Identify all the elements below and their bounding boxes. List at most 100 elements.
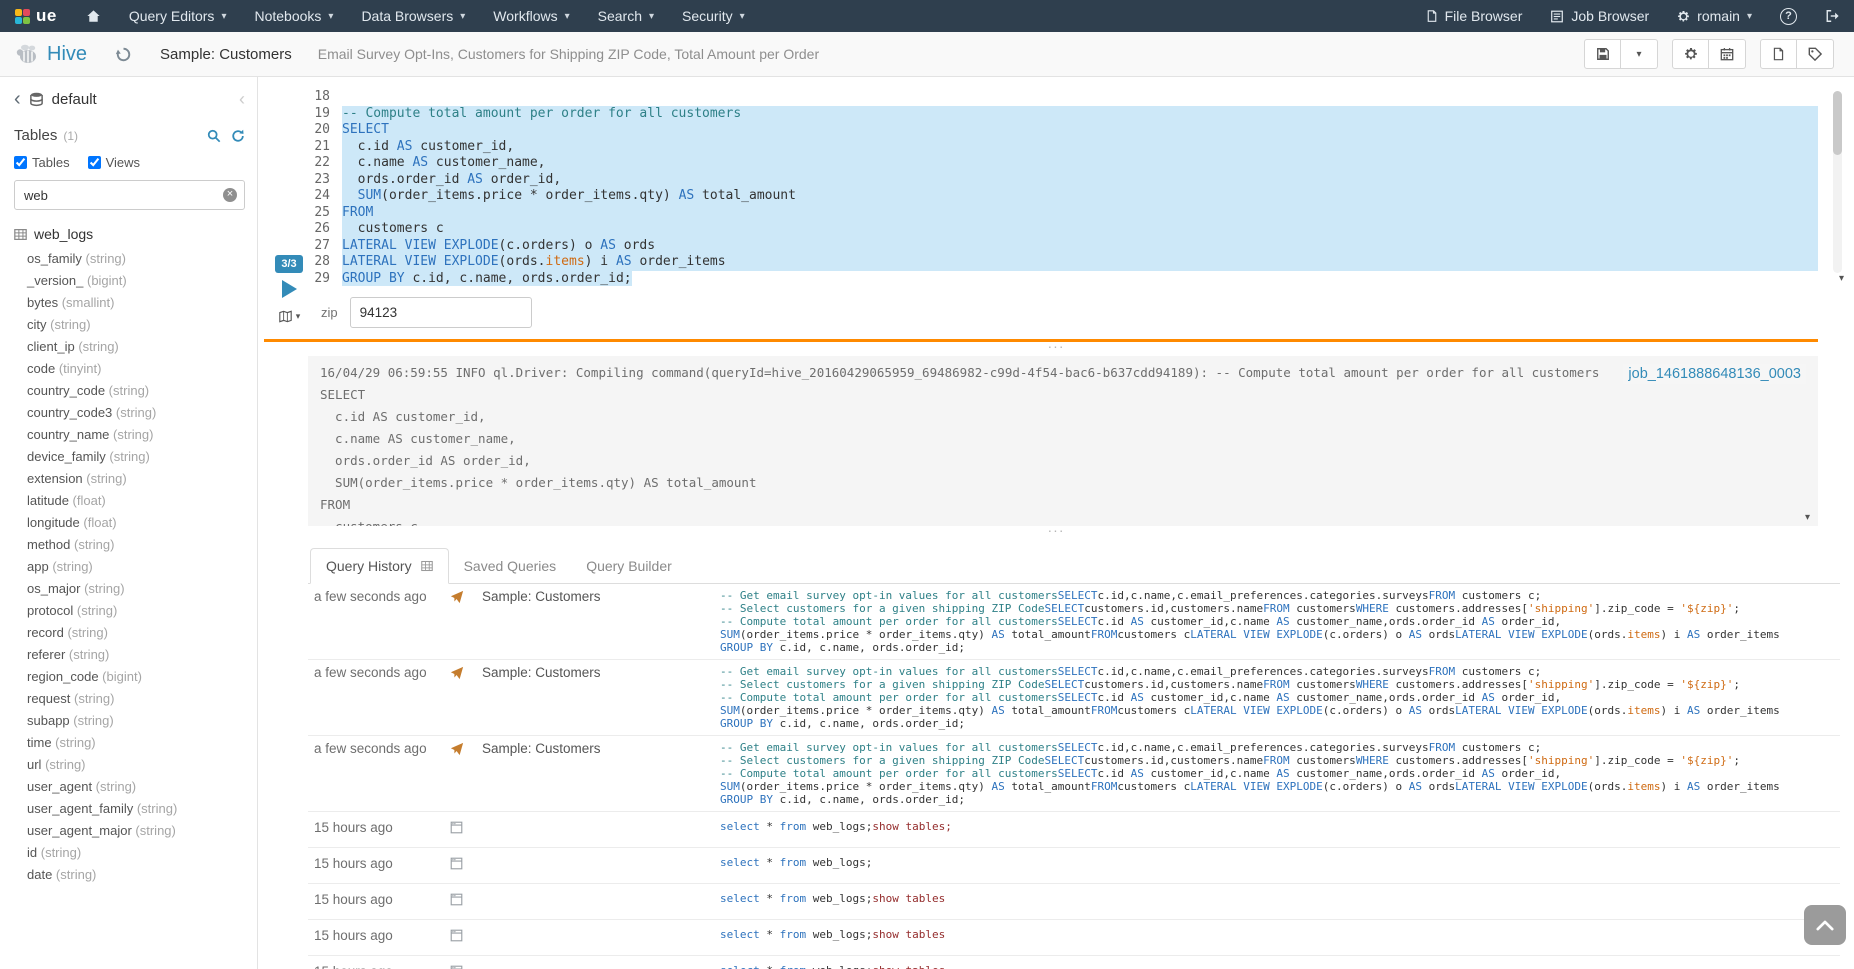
- filter-views-option[interactable]: Views: [88, 155, 140, 170]
- history-row[interactable]: 15 hours ago select * from web_logs;show…: [308, 884, 1840, 920]
- tab-query-builder[interactable]: Query Builder: [571, 548, 687, 584]
- column-item[interactable]: _version_ (bigint): [27, 270, 245, 292]
- nav-search[interactable]: Search▾: [584, 0, 668, 32]
- collapse-sidebar-icon[interactable]: ‹: [239, 90, 245, 108]
- search-tables-button[interactable]: [207, 129, 221, 143]
- paper-plane-icon: [450, 589, 482, 609]
- clear-search-icon[interactable]: ×: [223, 188, 237, 202]
- file-browser-link[interactable]: File Browser: [1412, 0, 1537, 32]
- refresh-tables-button[interactable]: [231, 129, 245, 143]
- column-type: (float): [69, 493, 106, 508]
- code-line[interactable]: 19-- Compute total amount per order for …: [308, 106, 1818, 123]
- history-row[interactable]: 15 hours ago select * from web_logs;show…: [308, 812, 1840, 848]
- history-row[interactable]: a few seconds ago Sample: Customers-- Ge…: [308, 584, 1840, 660]
- nav-notebooks[interactable]: Notebooks▾: [240, 0, 347, 32]
- column-type: (string): [70, 537, 114, 552]
- column-type: (string): [80, 581, 124, 596]
- table-search-input[interactable]: [14, 180, 245, 210]
- code-line[interactable]: 28LATERAL VIEW EXPLODE(ords.items) i AS …: [308, 254, 1818, 271]
- save-dropdown-button[interactable]: ▾: [1621, 39, 1658, 69]
- nav-query-editors[interactable]: Query Editors▾: [115, 0, 241, 32]
- job-browser-link[interactable]: Job Browser: [1536, 0, 1663, 32]
- user-menu[interactable]: romain ▾: [1663, 0, 1766, 32]
- history-row[interactable]: 15 hours ago select * from web_logs;: [308, 848, 1840, 884]
- database-name[interactable]: default: [52, 91, 97, 108]
- schedule-button[interactable]: [1709, 39, 1746, 69]
- column-item[interactable]: region_code (bigint): [27, 666, 245, 688]
- logout-button[interactable]: [1811, 0, 1854, 32]
- nav-workflows[interactable]: Workflows▾: [479, 0, 583, 32]
- column-item[interactable]: latitude (float): [27, 490, 245, 512]
- column-item[interactable]: record (string): [27, 622, 245, 644]
- save-button[interactable]: [1584, 39, 1621, 69]
- column-item[interactable]: id (string): [27, 842, 245, 864]
- sql-editor[interactable]: 18 19-- Compute total amount per order f…: [308, 89, 1818, 287]
- column-item[interactable]: device_family (string): [27, 446, 245, 468]
- column-item[interactable]: city (string): [27, 314, 245, 336]
- assist-map-button[interactable]: ▾: [278, 310, 301, 323]
- column-item[interactable]: extension (string): [27, 468, 245, 490]
- column-item[interactable]: date (string): [27, 864, 245, 886]
- editor-scrollbar-thumb[interactable]: [1833, 91, 1842, 155]
- execute-button[interactable]: [282, 280, 297, 298]
- nav-data-browsers[interactable]: Data Browsers▾: [347, 0, 479, 32]
- code-line[interactable]: 23 ords.order_id AS order_id,: [308, 172, 1818, 189]
- tab-saved-queries[interactable]: Saved Queries: [449, 548, 572, 584]
- column-item[interactable]: subapp (string): [27, 710, 245, 732]
- variable-input[interactable]: [350, 297, 532, 328]
- column-item[interactable]: url (string): [27, 754, 245, 776]
- log-scroll-down-icon[interactable]: ▾: [1805, 512, 1810, 523]
- new-query-button[interactable]: [1760, 39, 1797, 69]
- tab-query-history[interactable]: Query History: [310, 548, 449, 584]
- code-line[interactable]: 25FROM: [308, 205, 1818, 222]
- hue-logo[interactable]: ue: [0, 0, 72, 32]
- history-row[interactable]: 15 hours ago select * from web_logs;show…: [308, 920, 1840, 956]
- views-checkbox[interactable]: [88, 156, 101, 169]
- column-item[interactable]: country_code3 (string): [27, 402, 245, 424]
- home-button[interactable]: [72, 0, 115, 32]
- column-item[interactable]: country_code (string): [27, 380, 245, 402]
- column-item[interactable]: protocol (string): [27, 600, 245, 622]
- column-item[interactable]: os_family (string): [27, 248, 245, 270]
- help-button[interactable]: ?: [1766, 0, 1811, 32]
- column-item[interactable]: user_agent_family (string): [27, 798, 245, 820]
- code-line[interactable]: 24 SUM(order_items.price * order_items.q…: [308, 188, 1818, 205]
- column-item[interactable]: os_major (string): [27, 578, 245, 600]
- settings-button[interactable]: [1672, 39, 1709, 69]
- code-line[interactable]: 21 c.id AS customer_id,: [308, 139, 1818, 156]
- column-item[interactable]: country_name (string): [27, 424, 245, 446]
- tags-button[interactable]: [1797, 39, 1834, 69]
- nav-security[interactable]: Security▾: [668, 0, 759, 32]
- history-row[interactable]: a few seconds ago Sample: Customers-- Ge…: [308, 660, 1840, 736]
- job-link[interactable]: job_1461888648136_0003: [1623, 364, 1806, 384]
- tables-checkbox[interactable]: [14, 156, 27, 169]
- query-history-button[interactable]: [115, 46, 132, 63]
- resize-handle-2[interactable]: ···: [258, 526, 1854, 540]
- column-item[interactable]: bytes (smallint): [27, 292, 245, 314]
- filter-tables-option[interactable]: Tables: [14, 155, 70, 170]
- column-item[interactable]: time (string): [27, 732, 245, 754]
- history-row[interactable]: 15 hours ago select * from web_logs;show…: [308, 956, 1840, 969]
- resize-handle[interactable]: ···: [258, 342, 1854, 356]
- column-item[interactable]: user_agent_major (string): [27, 820, 245, 842]
- editor-scrollbar[interactable]: [1833, 91, 1842, 273]
- column-item[interactable]: method (string): [27, 534, 245, 556]
- code-line[interactable]: 26 customers c: [308, 221, 1818, 238]
- column-item[interactable]: client_ip (string): [27, 336, 245, 358]
- column-item[interactable]: code (tinyint): [27, 358, 245, 380]
- column-item[interactable]: longitude (float): [27, 512, 245, 534]
- back-chevron-icon[interactable]: ‹: [14, 89, 21, 109]
- code-line[interactable]: 18: [308, 89, 1818, 106]
- column-item[interactable]: user_agent (string): [27, 776, 245, 798]
- code-line[interactable]: 29GROUP BY c.id, c.name, ords.order_id;: [308, 271, 1818, 288]
- column-item[interactable]: request (string): [27, 688, 245, 710]
- column-item[interactable]: app (string): [27, 556, 245, 578]
- code-line[interactable]: 20SELECT: [308, 122, 1818, 139]
- editor-scroll-down-icon[interactable]: ▾: [1839, 273, 1844, 284]
- column-item[interactable]: referer (string): [27, 644, 245, 666]
- code-line[interactable]: 27LATERAL VIEW EXPLODE(c.orders) o AS or…: [308, 238, 1818, 255]
- code-line[interactable]: 22 c.name AS customer_name,: [308, 155, 1818, 172]
- history-row[interactable]: a few seconds ago Sample: Customers-- Ge…: [308, 736, 1840, 812]
- scroll-to-top-button[interactable]: [1804, 905, 1846, 945]
- table-item-web-logs[interactable]: web_logs: [14, 226, 245, 242]
